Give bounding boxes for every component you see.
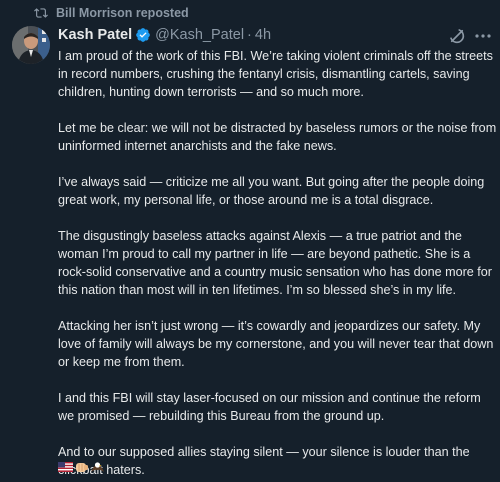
tweet-paragraph: Let me be clear: we will not be distract… (58, 121, 497, 153)
grok-icon[interactable] (448, 27, 466, 45)
us-flag-emoji (58, 462, 73, 472)
tweet-paragraph: I’ve always said — criticize me all you … (58, 175, 485, 207)
verified-badge-icon[interactable] (135, 27, 151, 43)
tweet-paragraph: And to our supposed allies staying silen… (58, 445, 470, 477)
repost-indicator[interactable]: Bill Morrison reposted (34, 5, 189, 21)
author-handle[interactable]: @Kash_Patel (155, 27, 244, 43)
eagle-emoji (91, 462, 104, 472)
tweet-paragraph: I and this FBI will stay laser-focused o… (58, 391, 481, 423)
fist-bump-emoji (76, 463, 88, 472)
tweet-header: Kash Patel @Kash_Patel · 4h (58, 25, 271, 45)
emoji-row (58, 460, 105, 476)
tweet-paragraph: I am proud of the work of this FBI. We’r… (58, 49, 493, 99)
tweet-text: I am proud of the work of this FBI. We’r… (58, 47, 498, 482)
repost-icon (34, 8, 48, 18)
repost-text: Bill Morrison reposted (56, 6, 189, 20)
tweet[interactable]: Bill Morrison reposted Kash Patel @Kash_… (0, 0, 500, 482)
tweet-paragraph: Attacking her isn’t just wrong — it’s co… (58, 319, 494, 369)
more-options-icon[interactable] (474, 29, 492, 43)
avatar[interactable] (12, 26, 50, 64)
tweet-paragraph: The disgustingly baseless attacks agains… (58, 229, 492, 297)
author-name[interactable]: Kash Patel (58, 27, 132, 43)
timestamp[interactable]: 4h (255, 27, 271, 43)
avatar-image (12, 26, 50, 64)
separator-dot: · (247, 27, 252, 43)
